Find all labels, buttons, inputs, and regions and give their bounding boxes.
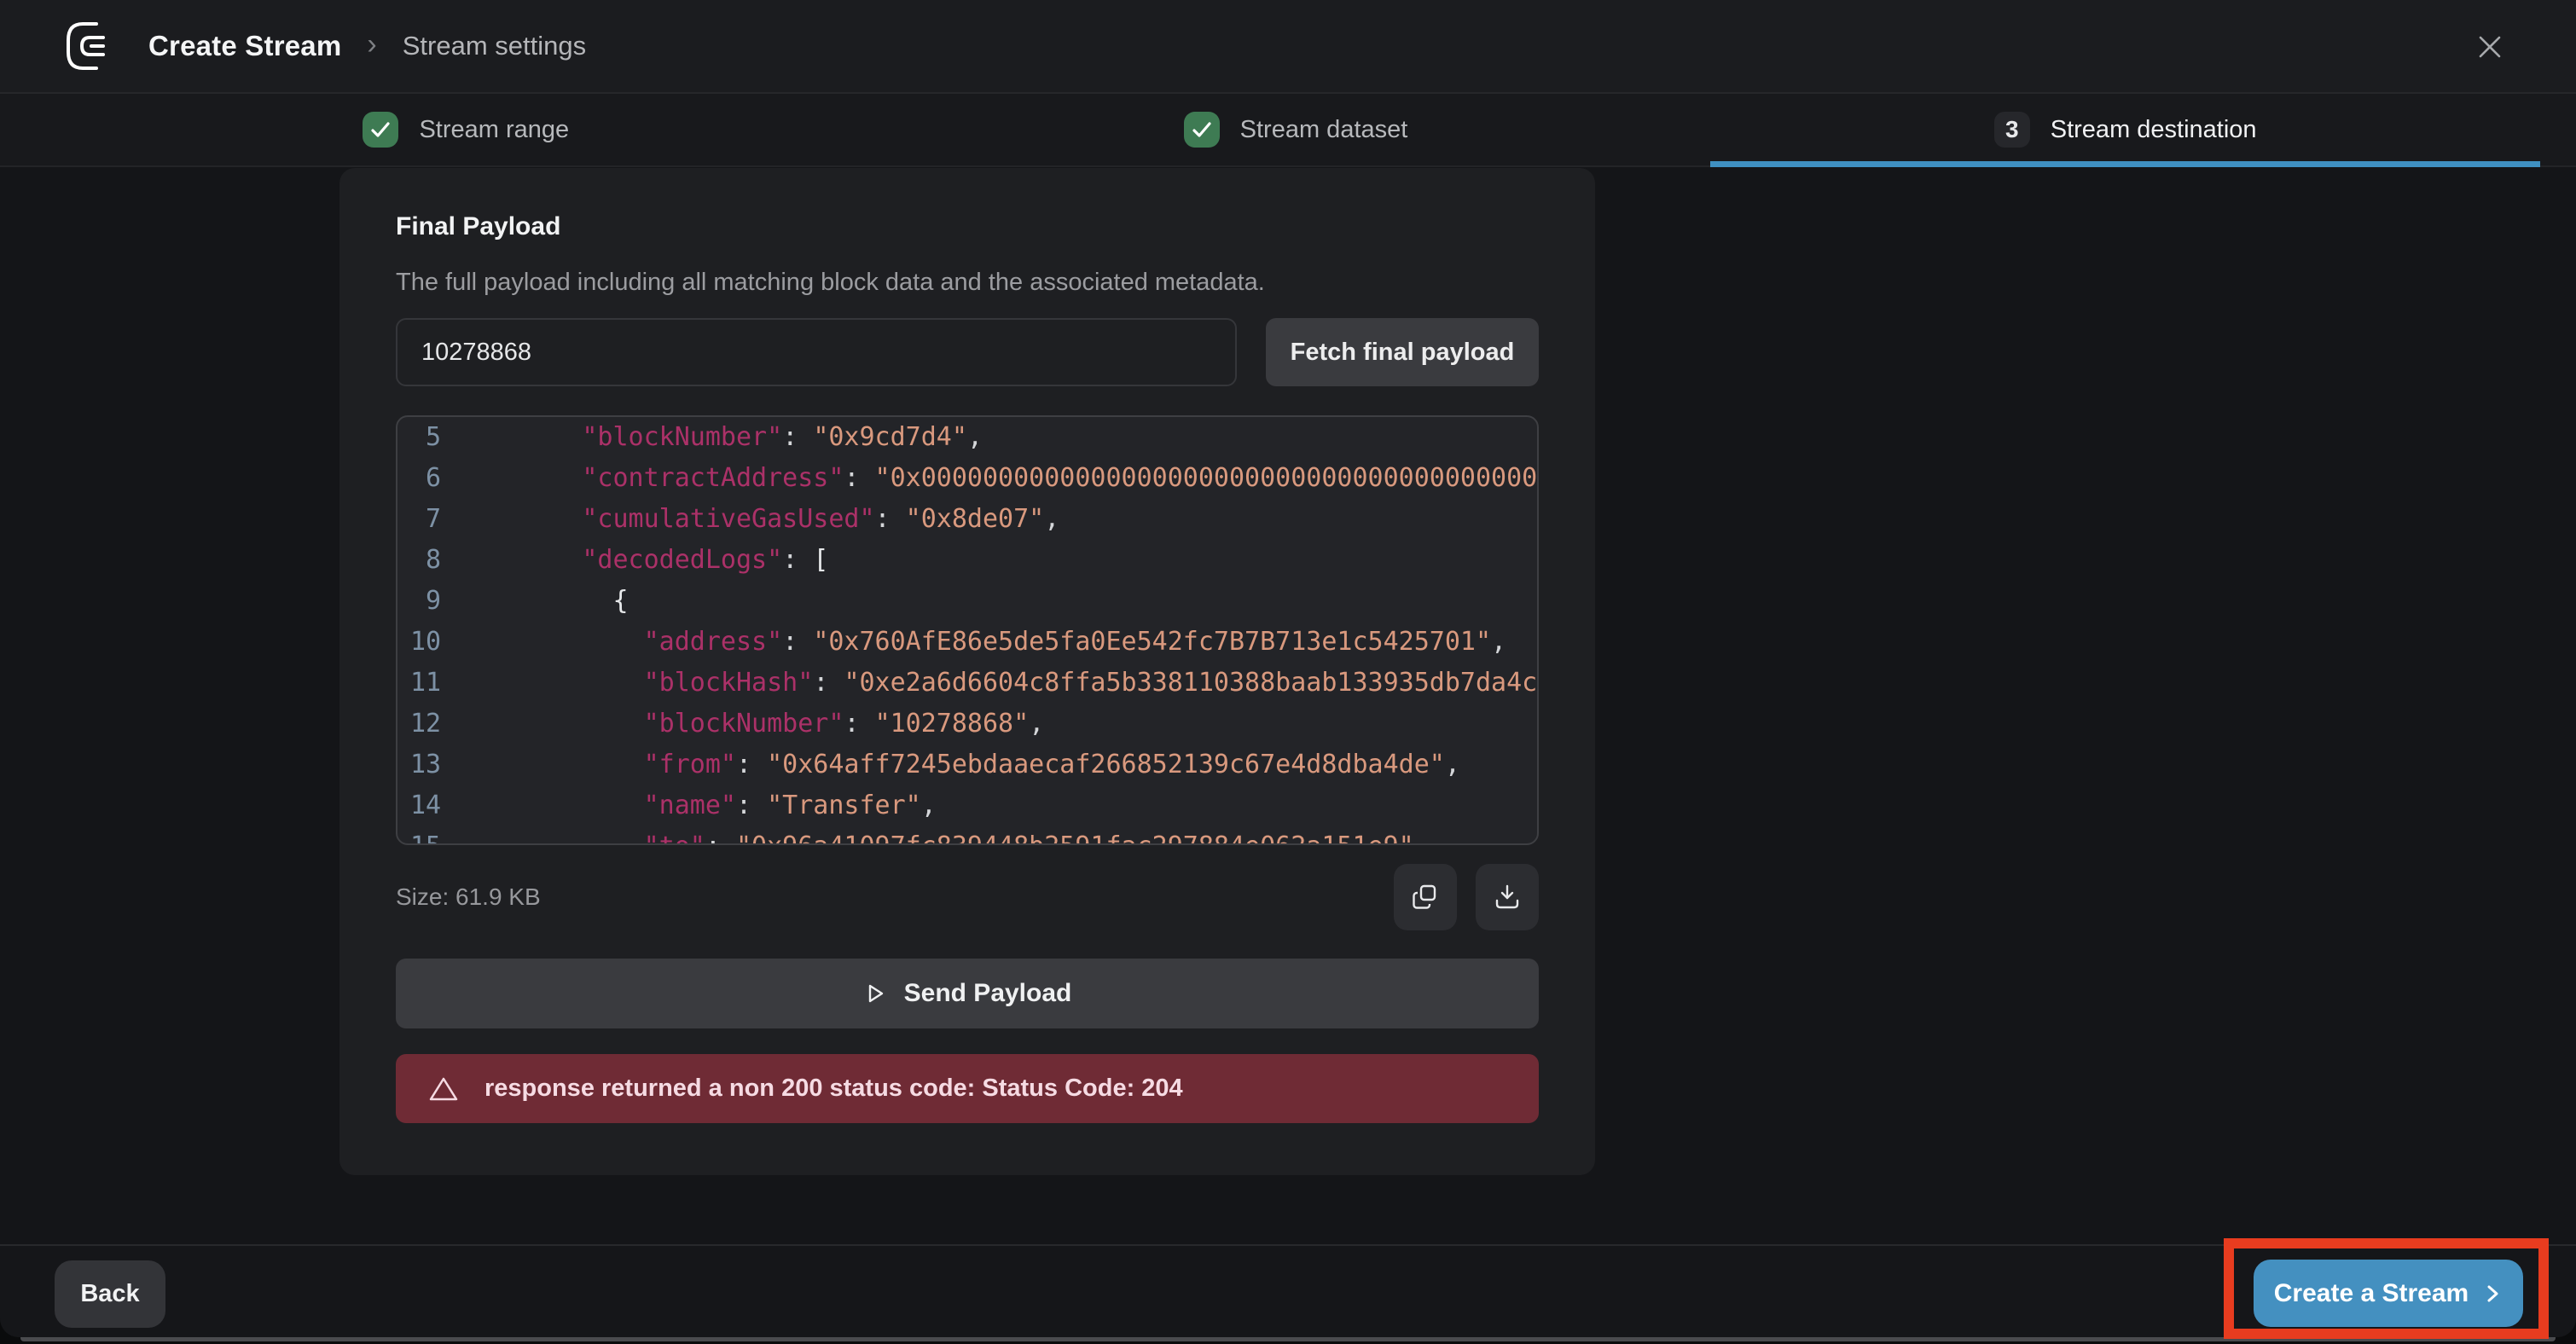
code-line: 10 "address": "0x760AfE86e5de5fa0Ee542fc… — [397, 622, 1537, 663]
download-icon — [1492, 882, 1523, 912]
line-number: 13 — [397, 744, 441, 785]
chevron-right-icon — [2484, 1283, 2503, 1304]
payload-size-label: Size: 61.9 KB — [396, 883, 541, 911]
create-stream-label: Create a Stream — [2274, 1279, 2469, 1308]
panel-title: Final Payload — [396, 212, 1539, 241]
breadcrumb: Stream settings — [403, 31, 586, 61]
step-complete-check-icon — [363, 112, 398, 148]
line-content: "address": "0x760AfE86e5de5fa0Ee542fc7B7… — [490, 622, 1506, 663]
modal-header: Create Stream › Stream settings — [0, 0, 2576, 94]
line-number: 14 — [397, 785, 441, 826]
stepper-bar: Stream range Stream dataset 3 Stream destin… — [0, 94, 2576, 167]
step-number-badge: 3 — [1994, 112, 2030, 148]
close-button[interactable] — [2470, 27, 2509, 67]
code-line: 7 "cumulativeGasUsed": "0x8de07", — [397, 499, 1537, 540]
code-line: 8 "decodedLogs": [ — [397, 540, 1537, 581]
line-content: "decodedLogs": [ — [490, 540, 828, 581]
modal-footer: Back — [0, 1244, 2576, 1337]
step-stream-range[interactable]: Stream range — [51, 94, 881, 165]
breadcrumb-chevron-icon: › — [367, 28, 376, 61]
payload-json-viewer[interactable]: 5 "blockNumber": "0x9cd7d4",6 "contractA… — [396, 415, 1539, 845]
page-title: Create Stream — [148, 30, 341, 62]
fetch-final-payload-button[interactable]: Fetch final payload — [1266, 318, 1539, 386]
line-number: 7 — [397, 499, 441, 540]
code-line: 6 "contractAddress": "0x0000000000000000… — [397, 458, 1537, 499]
send-payload-button[interactable]: Send Payload — [396, 959, 1539, 1028]
code-line: 9 { — [397, 581, 1537, 622]
line-number: 8 — [397, 540, 441, 581]
step-stream-destination[interactable]: 3 Stream destination — [1710, 94, 2540, 165]
error-banner: response returned a non 200 status code:… — [396, 1054, 1539, 1123]
step-label: Stream dataset — [1240, 116, 1408, 144]
stepper-steps: Stream range Stream dataset 3 Stream destin… — [51, 94, 2540, 165]
payload-meta-row: Size: 61.9 KB — [396, 864, 1539, 930]
block-number-input[interactable] — [396, 318, 1237, 386]
step-complete-check-icon — [1184, 112, 1220, 148]
download-payload-button[interactable] — [1476, 864, 1539, 930]
line-content: "contractAddress": "0x000000000000000000… — [490, 458, 1539, 499]
step-label: Stream destination — [2051, 116, 2257, 144]
line-number: 10 — [397, 622, 441, 663]
code-line: 13 "from": "0x64aff7245ebdaaecaf26685213… — [397, 744, 1537, 785]
create-stream-button[interactable]: Create a Stream — [2254, 1260, 2523, 1327]
warning-triangle-icon — [428, 1075, 459, 1103]
code-line: 14 "name": "Transfer", — [397, 785, 1537, 826]
line-number: 12 — [397, 704, 441, 744]
line-content: "from": "0x64aff7245ebdaaecaf266852139c6… — [490, 744, 1460, 785]
final-payload-panel: Final Payload The full payload including… — [339, 168, 1595, 1175]
code-line: 11 "blockHash": "0xe2a6d6604c8ffa5b33811… — [397, 663, 1537, 704]
line-number: 6 — [397, 458, 441, 499]
panel-description: The full payload including all matching … — [396, 269, 1539, 297]
code-line: 5 "blockNumber": "0x9cd7d4", — [397, 417, 1537, 458]
error-message: response returned a non 200 status code:… — [484, 1075, 1183, 1103]
code-line: 15 "to": "0x96a41097fc839448b2591fac2978… — [397, 826, 1537, 845]
copy-icon — [1410, 882, 1441, 912]
line-content: "name": "Transfer", — [490, 785, 937, 826]
payload-actions — [1394, 864, 1539, 930]
step-label: Stream range — [419, 116, 569, 144]
line-content: "blockNumber": "10278868", — [490, 704, 1044, 744]
line-content: "blockHash": "0xe2a6d6604c8ffa5b33811038… — [490, 663, 1539, 704]
line-content: "blockNumber": "0x9cd7d4", — [490, 417, 983, 458]
play-icon — [863, 982, 887, 1005]
back-button[interactable]: Back — [55, 1260, 165, 1328]
code-line: 12 "blockNumber": "10278868", — [397, 704, 1537, 744]
line-content: "to": "0x96a41097fc839448b2591fac297884e… — [490, 826, 1430, 845]
send-payload-label: Send Payload — [904, 979, 1072, 1008]
line-number: 11 — [397, 663, 441, 704]
line-content: { — [490, 581, 629, 622]
step-stream-dataset[interactable]: Stream dataset — [881, 94, 1711, 165]
create-stream-modal: Create Stream › Stream settings Stream r… — [0, 0, 2576, 1337]
streams-logo-icon — [63, 21, 116, 71]
active-step-underline — [1710, 161, 2540, 167]
block-number-row: Fetch final payload — [396, 318, 1539, 386]
copy-payload-button[interactable] — [1394, 864, 1457, 930]
line-number: 15 — [397, 826, 441, 845]
line-number: 5 — [397, 417, 441, 458]
line-content: "cumulativeGasUsed": "0x8de07", — [490, 499, 1059, 540]
line-number: 9 — [397, 581, 441, 622]
